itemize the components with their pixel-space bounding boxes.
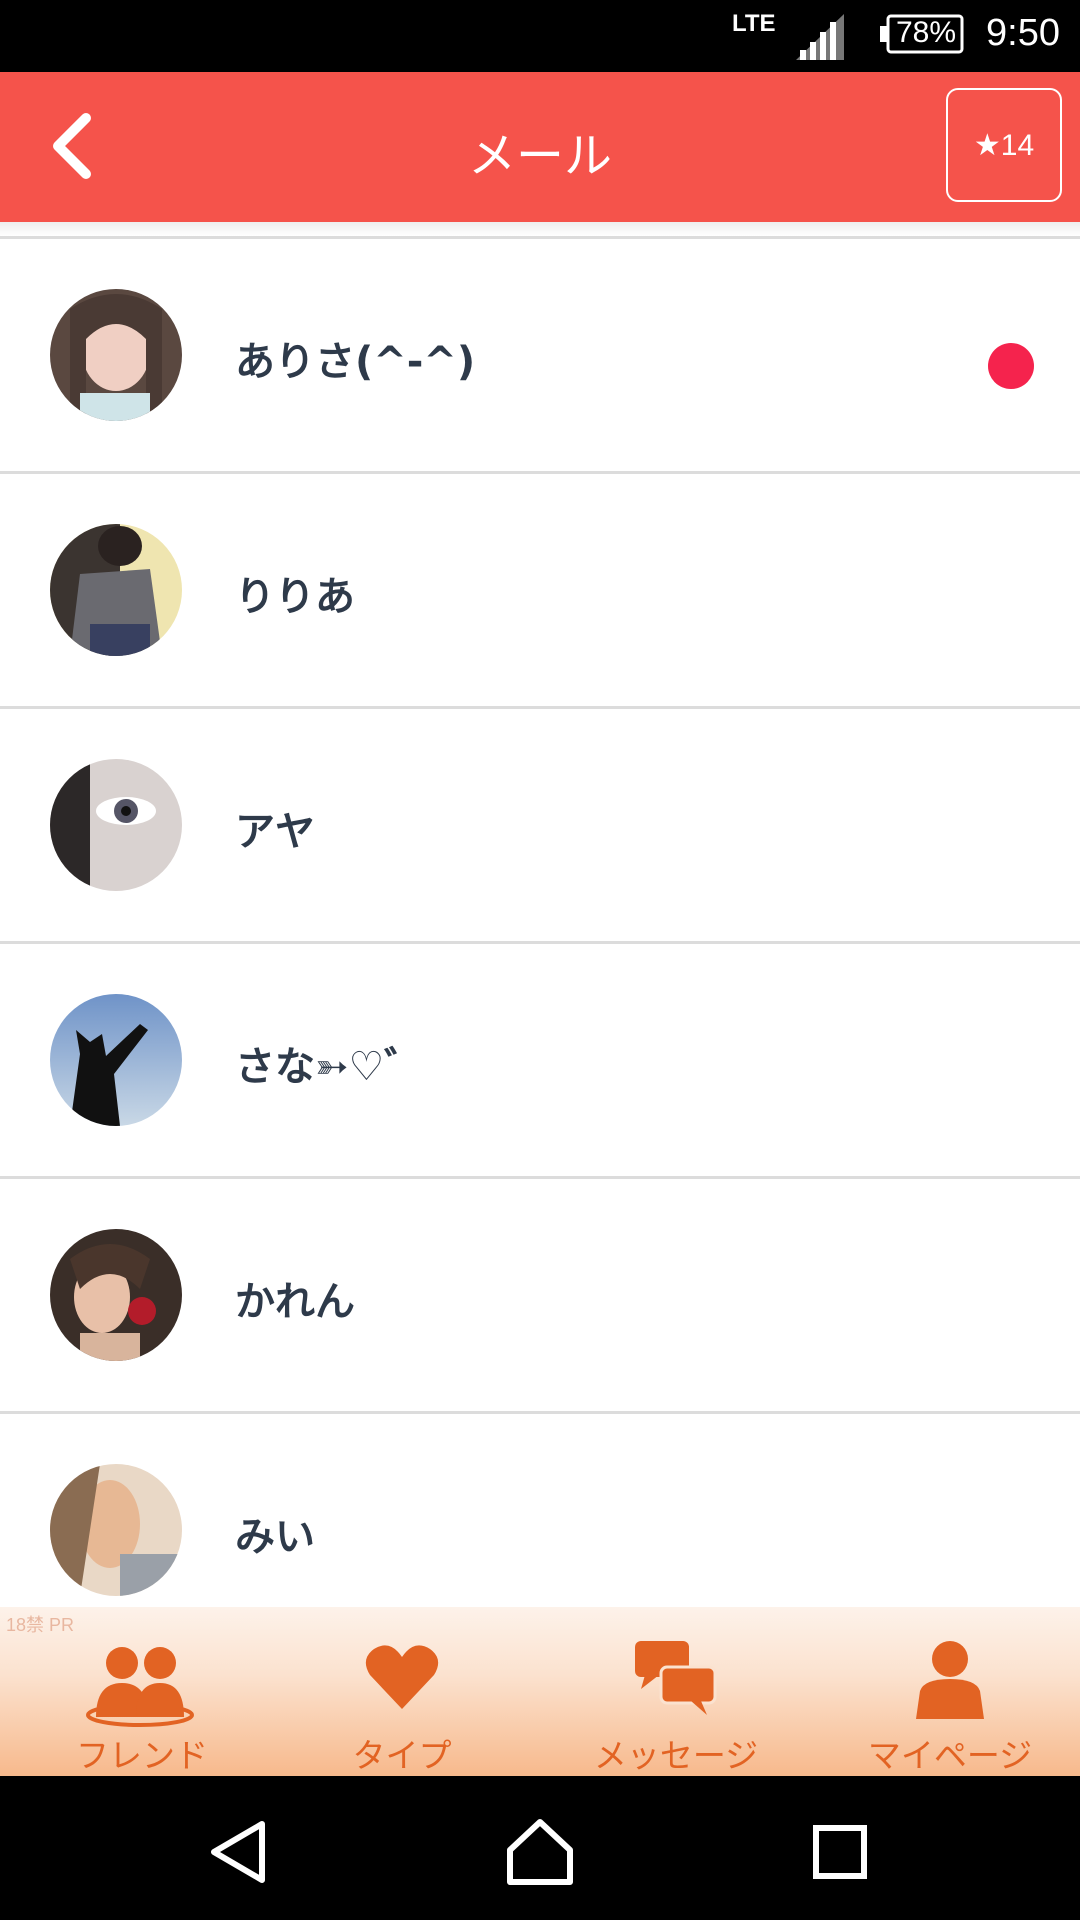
signal-icon	[796, 14, 844, 60]
tab-label: タイプ	[352, 1736, 452, 1775]
recents-icon[interactable]	[800, 1812, 880, 1892]
list-item[interactable]: ありさ(^-^)	[0, 236, 1080, 471]
sender-name: ありさ(^-^)	[235, 339, 476, 385]
back-triangle-icon[interactable]	[200, 1812, 280, 1892]
sender-name: かれん	[235, 1279, 355, 1325]
avatar	[50, 1464, 182, 1596]
star-points-button[interactable]: ★14	[946, 88, 1062, 202]
tab-label: フレンド	[76, 1736, 208, 1775]
battery-percent: 78%	[896, 16, 957, 49]
page-title: メール	[467, 128, 612, 184]
sender-name: みい	[235, 1514, 315, 1560]
list-item[interactable]: かれん	[0, 1176, 1080, 1411]
sender-name: りりあ	[235, 574, 355, 620]
avatar	[50, 759, 182, 891]
ad-label: 18禁 PR	[6, 1615, 75, 1635]
friends-icon	[86, 1647, 194, 1727]
list-item[interactable]: さな➳♡゛	[0, 941, 1080, 1176]
list-item[interactable]: アヤ	[0, 706, 1080, 941]
heart-icon	[365, 1645, 439, 1709]
status-bar: LTE 78% 9:50	[0, 0, 1080, 72]
home-icon[interactable]	[500, 1812, 580, 1892]
tab-friends[interactable]: フレンド	[32, 1637, 252, 1775]
sender-name: アヤ	[235, 809, 315, 855]
system-nav-bar	[0, 1776, 1080, 1920]
avatar	[50, 289, 182, 421]
tab-label: メッセージ	[593, 1736, 759, 1775]
message-icon	[635, 1641, 717, 1715]
unread-badge	[988, 343, 1034, 389]
clock: 9:50	[986, 12, 1060, 54]
avatar	[50, 994, 182, 1126]
network-type: LTE	[732, 10, 776, 37]
tab-type[interactable]: タイプ	[292, 1637, 512, 1775]
tab-label: マイページ	[867, 1736, 1033, 1775]
mail-list: ありさ(^-^) りりあ アヤ さな➳♡゛ かれん みい	[0, 236, 1080, 1646]
header-divider	[0, 222, 1080, 236]
avatar	[50, 524, 182, 656]
tab-mypage[interactable]: マイページ	[840, 1637, 1060, 1775]
sender-name: さな➳♡゛	[235, 1044, 425, 1090]
person-icon	[916, 1641, 984, 1719]
bottom-tab-bar: 18禁 PR フレンド タイプ メッセージ マイページ	[0, 1607, 1080, 1776]
app-header: メール ★14	[0, 72, 1080, 222]
tab-messages[interactable]: メッセージ	[566, 1637, 786, 1775]
star-count: ★14	[973, 128, 1035, 162]
list-item[interactable]: りりあ	[0, 471, 1080, 706]
avatar	[50, 1229, 182, 1361]
